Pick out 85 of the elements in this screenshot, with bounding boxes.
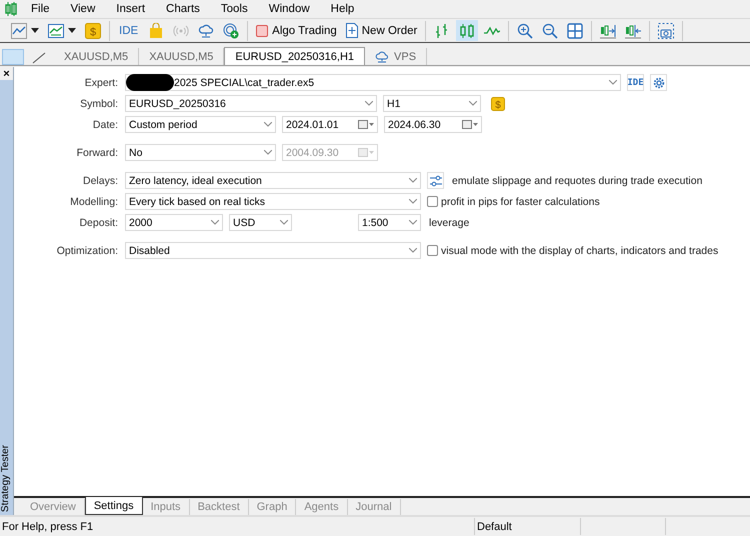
status-text: Default — [474, 518, 580, 535]
field-label: Deposit: — [78, 216, 119, 228]
dropdown[interactable]: USD — [229, 214, 292, 231]
signal-icon — [173, 22, 190, 38]
dropdown[interactable]: Zero latency, ideal execution — [125, 172, 421, 189]
chart-window-icon — [48, 22, 64, 38]
dropdown-caret-icon — [31, 28, 39, 33]
status-text: For Help, press F1 — [1, 520, 94, 534]
checkbox[interactable] — [427, 245, 438, 256]
dropdown[interactable]: Every tick based on real ticks — [125, 193, 421, 210]
chevron-icon — [264, 150, 272, 155]
calendar-icon — [358, 148, 374, 157]
calendar-icon — [358, 120, 374, 129]
dropdown[interactable]: EURUSD_20250316 — [125, 95, 377, 112]
date-field[interactable]: 2024.06.30 — [384, 116, 482, 133]
dropdown[interactable]: 1:500 — [358, 214, 421, 231]
ide-button[interactable]: IDE — [627, 74, 644, 91]
zoom-in-icon — [517, 22, 534, 38]
chevron-icon — [409, 248, 417, 253]
chart-tab[interactable]: EURUSD_20250316,H1 — [224, 47, 366, 65]
menu-item[interactable]: Window — [266, 2, 320, 14]
settings-button[interactable] — [650, 74, 667, 91]
grid-icon — [567, 22, 584, 38]
field-label: Modelling: — [69, 196, 119, 208]
field-label: Expert: — [84, 76, 119, 88]
menu-item[interactable]: Insert — [113, 2, 156, 14]
dropdown[interactable]: 2000 — [125, 214, 223, 231]
cloud-icon — [375, 50, 390, 62]
candlestick-button[interactable] — [456, 20, 478, 41]
checkbox-label: profit in pips for faster calculations — [441, 196, 600, 208]
expert-name: 2025 SPECIAL\cat_trader.ex5 — [174, 76, 314, 88]
field-label: Forward: — [76, 146, 119, 158]
sliders-icon — [430, 174, 442, 186]
date-field[interactable]: 2024.01.01 — [282, 116, 378, 133]
menu-item[interactable]: Tools — [218, 2, 258, 14]
chevron-icon — [609, 80, 617, 85]
algo-trading-button[interactable]: Algo Trading — [253, 20, 340, 41]
chevron-icon — [211, 220, 219, 225]
chevron-icon — [469, 101, 477, 106]
menu-item[interactable]: Charts — [163, 2, 210, 14]
shopping-bag-icon — [148, 22, 164, 38]
menu-item[interactable]: File — [28, 2, 60, 14]
dropdown-caret-icon — [68, 28, 76, 33]
screenshot-icon — [658, 22, 674, 38]
option-description: emulate slippage and requotes during trade execution — [452, 174, 702, 186]
menu-item[interactable]: View — [68, 2, 106, 14]
shift-right-icon — [600, 22, 616, 38]
field-label: Date: — [92, 118, 119, 130]
dropdown[interactable]: Custom period — [125, 116, 276, 133]
document-plus-icon — [346, 23, 358, 38]
shift-left-icon — [625, 22, 642, 38]
radar-plus-icon — [223, 22, 240, 38]
line-chart-button[interactable] — [8, 20, 42, 41]
settings-icon — [652, 76, 664, 88]
chevron-icon — [409, 178, 417, 183]
ide-button[interactable]: IDE — [115, 20, 142, 41]
dropdown[interactable]: H1 — [383, 95, 481, 112]
redaction-mark — [126, 74, 174, 91]
dollar-icon: $ — [491, 96, 505, 110]
checkbox-label: visual mode with the display of charts, indicators and trades — [441, 244, 718, 256]
app-logo-icon — [4, 2, 18, 16]
line-tool-icon — [32, 51, 46, 65]
field-label: leverage — [429, 216, 470, 228]
zoom-out-icon — [542, 22, 558, 38]
line-chart-icon — [11, 22, 27, 38]
tab[interactable]: Settings — [84, 497, 143, 515]
new-order-button[interactable]: New Order — [342, 20, 420, 41]
field-label: Symbol: — [79, 98, 119, 110]
chevron-icon — [365, 101, 373, 106]
chevron-icon — [409, 199, 417, 204]
dropdown[interactable]: Disabled — [125, 242, 421, 259]
field-label: Optimization: — [56, 244, 119, 256]
calendar-icon — [462, 120, 478, 129]
checkbox[interactable] — [427, 196, 438, 207]
field-label: Delays: — [82, 174, 119, 186]
stop-square-icon — [256, 24, 268, 36]
menu-item[interactable]: Help — [328, 2, 364, 14]
candlestick-icon — [459, 22, 476, 38]
close-button[interactable]: × — [0, 67, 13, 80]
cloud-icon — [198, 22, 214, 38]
dropdown[interactable]: 2025 SPECIAL\cat_trader.ex5 — [125, 74, 621, 91]
settings-button[interactable] — [427, 172, 444, 189]
chevron-icon — [264, 122, 272, 127]
chevron-icon — [280, 220, 288, 225]
chevron-icon — [409, 220, 417, 225]
